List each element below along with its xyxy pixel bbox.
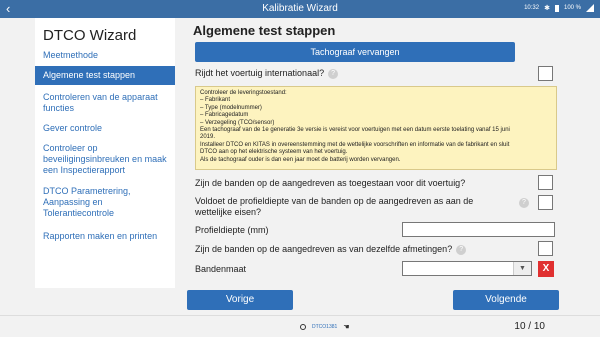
tire-size-label: Bandenmaat [195,264,247,274]
info-line: Als de tachograaf ouder is dan een jaar … [200,156,401,163]
info-line: DTCO aan op het elektrische systeem van … [200,149,348,156]
title-bar: ‹ Kalibratie Wizard 10:32 ✱ 100 % [0,0,600,18]
info-line: Installeer DTCO en KITAS in overeenstemm… [200,141,510,148]
signal-icon [586,4,594,12]
device-connection-icon [300,324,306,330]
page-counter: 10 / 10 [514,321,545,332]
info-line: Een tachograaf van de 1e generatie 3e ve… [200,127,510,134]
info-box: Controleer de leveringstoestand: – Fabri… [195,86,557,170]
bluetooth-icon: ✱ [544,5,550,12]
clock: 10:32 [524,5,540,11]
status-footer: DTCO1381 ☚ 10 / 10 [0,315,600,337]
question-same-size: Zijn de banden op de aangedreven as van … [195,244,467,255]
profile-depth-input[interactable] [402,222,555,237]
tires-allowed-checkbox[interactable] [538,175,553,190]
device-status: DTCO1381 ☚ [300,323,350,331]
window-title: Kalibratie Wizard [262,3,338,14]
same-size-checkbox[interactable] [538,241,553,256]
help-icon[interactable]: ? [328,68,339,79]
question-same-size-label: Zijn de banden op de aangedreven as van … [195,244,453,254]
sidebar-item-algemene-test-stappen[interactable]: Algemene test stappen [35,66,175,85]
info-line: – Fabrikant [200,97,231,104]
info-line: 2019. [200,134,216,141]
device-name: DTCO1381 [312,324,338,330]
help-icon[interactable]: ? [456,244,467,255]
tread-depth-checkbox[interactable] [538,195,553,210]
next-button[interactable]: Volgende [453,290,559,310]
help-icon[interactable]: ? [519,198,529,208]
hand-icon: ☚ [343,324,350,331]
battery-percent: 100 % [563,5,581,11]
clear-tire-size-button[interactable]: X [538,261,554,277]
sidebar-item-parametrering[interactable]: DTCO Parametrering, Aanpassing en Tolera… [35,186,175,219]
sidebar-item-rapporten[interactable]: Rapporten maken en printen [35,231,175,242]
sidebar-title: DTCO Wizard [43,27,137,44]
question-international: Rijdt het voertuig internationaal?? [195,68,339,79]
sidebar-item-beveiligingsinbreuken[interactable]: Controleer op beveiligingsinbreuken en m… [35,143,175,176]
sidebar-item-meetmethode[interactable]: Meetmethode [35,50,175,61]
international-checkbox[interactable] [538,66,553,81]
question-tread-depth: Voldoet de profieldiepte van de banden o… [195,196,474,217]
sidebar-item-gever-controle[interactable]: Gever controle [35,123,175,134]
battery-icon [554,4,559,12]
info-line: – Type (modelnummer) [200,104,262,111]
sidebar: DTCO Wizard Meetmethode Algemene test st… [35,18,175,288]
previous-button[interactable]: Vorige [187,290,293,310]
info-line: Controleer de leveringstoestand: [200,90,287,96]
question-tires-allowed: Zijn de banden op de aangedreven as toeg… [195,178,466,188]
info-line: – Verzegeling (TCO/sensor) [200,119,275,126]
chevron-down-icon[interactable]: ▼ [513,262,531,275]
question-international-label: Rijdt het voertuig internationaal? [195,68,325,78]
profile-depth-label: Profieldiepte (mm) [195,225,269,235]
info-line: – Fabricagedatum [200,112,249,119]
sidebar-item-apparaat-functies[interactable]: Controleren van de apparaat functies [35,92,175,114]
replace-tachograph-button[interactable]: Tachograaf vervangen [195,42,515,62]
status-area: 10:32 ✱ 100 % [524,4,594,12]
tire-size-select[interactable]: ▼ [402,261,532,276]
page-title: Algemene test stappen [193,23,336,38]
